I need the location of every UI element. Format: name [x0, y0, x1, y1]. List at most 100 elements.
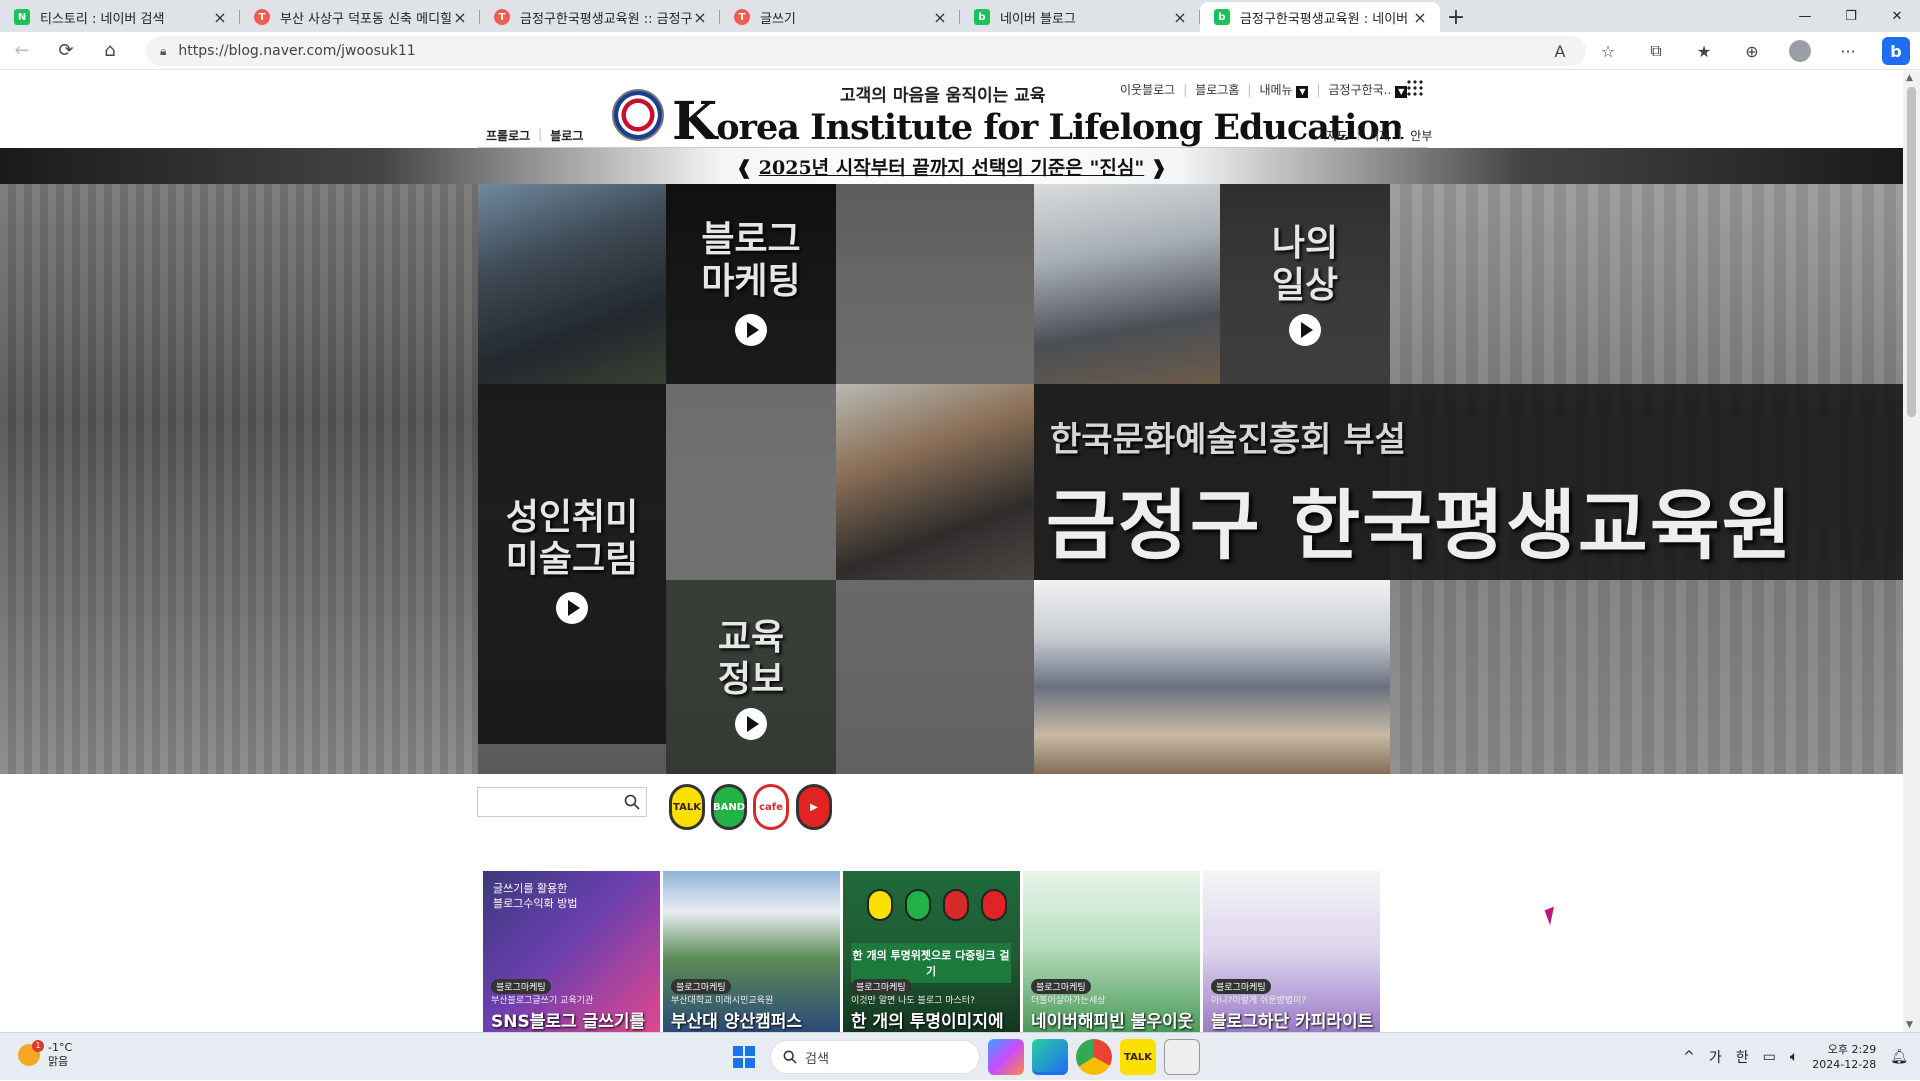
blog-search — [477, 787, 647, 817]
hero-title: 금정구 한국평생교육원 — [1046, 481, 1794, 570]
weather-sun-icon: 1 — [18, 1040, 44, 1066]
arrow-right-icon[interactable] — [556, 592, 588, 624]
blog-header: 고객의 마음을 움직이는 교육 Korea Institute for Life… — [0, 71, 1903, 152]
nav-blog-home[interactable]: 블로그홈 — [1195, 81, 1239, 98]
profile-avatar[interactable] — [1776, 35, 1824, 67]
page-viewport: 고객의 마음을 움직이는 교육 Korea Institute for Life… — [0, 71, 1903, 1032]
post-card[interactable]: 블로그마케팅 부산대학교 미래시민교육원 부산대 양산캠퍼스 — [663, 871, 840, 1032]
nav-account[interactable]: 금정구한국.. ▼ — [1328, 81, 1408, 98]
post-card[interactable]: 한 개의 투명위젯으로 다중링크 걸기 블로그마케팅 이것만 알면 나도 블로그… — [843, 871, 1020, 1032]
shelf-tile — [666, 384, 836, 580]
scrollbar-thumb[interactable] — [1907, 87, 1916, 417]
browser-tab[interactable]: N 티스토리 : 네이버 검색 × — [0, 2, 240, 32]
nav-my-menu[interactable]: 내메뉴 ▼ — [1259, 81, 1309, 98]
address-bar[interactable]: 🔒︎ https://blog.naver.com/jwoosuk11 — [146, 36, 1586, 66]
divider: | — [1183, 82, 1188, 97]
nav-guestbook[interactable]: 안부 — [1410, 127, 1432, 144]
tile-edu-info[interactable]: 교육 정보 — [666, 580, 836, 774]
close-window-icon[interactable]: ✕ — [1874, 0, 1920, 32]
blog-icon: b — [974, 9, 990, 25]
browser-tab[interactable]: b 금정구한국평생교육원 : 네이버 × — [1200, 2, 1440, 32]
url-text[interactable]: https://blog.naver.com/jwoosuk11 — [178, 43, 415, 59]
start-icon[interactable] — [726, 1039, 762, 1075]
reload-icon[interactable]: ⟳ — [44, 35, 88, 67]
minimize-icon[interactable]: — — [1782, 0, 1828, 32]
volume-icon[interactable]: 🔈︎ — [1790, 1049, 1798, 1065]
scroll-up-icon[interactable]: ▲ — [1906, 73, 1913, 83]
new-tab-button[interactable]: + — [1440, 2, 1472, 32]
tab-label: 부산 사상구 덕포동 신축 메디힐 — [280, 11, 452, 27]
nav-neighbor-blog[interactable]: 이웃블로그 — [1120, 81, 1175, 98]
close-tab-icon[interactable]: × — [452, 8, 468, 27]
shelf-tile — [836, 184, 1034, 384]
search-icon[interactable] — [624, 794, 640, 810]
copilot-icon[interactable]: b — [1872, 35, 1920, 67]
arrow-right-icon[interactable] — [735, 708, 767, 740]
search-input[interactable] — [478, 788, 618, 816]
taskbar-search[interactable]: 검색 — [770, 1040, 980, 1074]
tab-label: 글쓰기 — [760, 11, 796, 27]
browser-tab[interactable]: T 부산 사상구 덕포동 신축 메디힐 × — [240, 2, 480, 32]
network-icon[interactable]: ▭ — [1763, 1049, 1776, 1065]
clock[interactable]: 오후 2:29 2024-12-28 — [1812, 1042, 1876, 1072]
post-card[interactable]: 글쓰기를 활용한 블로그수익화 방법 블로그마케팅 부산블로그글쓰기 교육기관 … — [483, 871, 660, 1032]
chrome-icon[interactable] — [1076, 1039, 1112, 1075]
browser-tab[interactable]: T 금정구한국평생교육원 :: 금정구 × — [480, 2, 720, 32]
close-tab-icon[interactable]: × — [212, 8, 228, 27]
arrow-right-icon[interactable] — [735, 314, 767, 346]
favorite-add-icon[interactable]: ☆ — [1584, 35, 1632, 67]
post-card[interactable]: 블로그마케팅 더불어살아가는세상 네이버해피빈 불우이웃 — [1023, 871, 1200, 1032]
restore-icon[interactable]: ❐ — [1828, 0, 1874, 32]
nav-map[interactable]: 지도 — [1326, 127, 1348, 144]
band-icon[interactable]: BAND — [711, 784, 747, 830]
address-toolbar: ← ⟳ ⌂ 🔒︎ https://blog.naver.com/jwoosuk1… — [0, 32, 1920, 70]
read-aloud-icon[interactable]: A — [1536, 35, 1584, 67]
tile-adult-hobby[interactable]: 성인취미 미술그림 — [478, 384, 666, 744]
nav-library[interactable]: 서재 — [1368, 127, 1390, 144]
top-nav: 이웃블로그 | 블로그홈 | 내메뉴 ▼ | 금정구한국.. ▼ — [1120, 81, 1408, 98]
ime-language[interactable]: 한 — [1736, 1047, 1749, 1067]
browser-tab[interactable]: T 글쓰기 × — [720, 2, 960, 32]
close-tab-icon[interactable]: × — [1412, 8, 1428, 27]
sns-icons-thumbnail — [867, 889, 1007, 921]
kakaotalk-icon[interactable]: TALK — [669, 784, 705, 830]
home-icon[interactable]: ⌂ — [88, 35, 132, 67]
youtube-icon[interactable]: ▶ — [796, 784, 832, 830]
left-nav: 프롤로그 | 블로그 — [486, 127, 583, 144]
more-menu-icon[interactable]: ··· — [1824, 35, 1872, 67]
browser-tab[interactable]: b 네이버 블로그 × — [960, 2, 1200, 32]
weather-widget[interactable]: 1 -1°C 맑음 — [18, 1040, 72, 1069]
tile-blog-marketing[interactable]: 블로그 마케팅 — [666, 184, 836, 384]
tab-label: 금정구한국평생교육원 : 네이버 — [1240, 11, 1409, 27]
close-tab-icon[interactable]: × — [932, 8, 948, 27]
extensions-icon[interactable]: ⧉ — [1632, 35, 1680, 67]
close-tab-icon[interactable]: × — [692, 8, 708, 27]
nav-blog[interactable]: 블로그 — [550, 127, 583, 144]
kle-seal-logo — [612, 89, 664, 141]
edge-icon[interactable] — [1032, 1039, 1068, 1075]
tile-my-daily[interactable]: 나의 일상 — [1220, 184, 1390, 384]
bookshelf-background — [0, 184, 478, 774]
blog-logo-text[interactable]: Korea Institute for Lifelong Education — [672, 91, 1404, 152]
toolbar-icons: A ☆ ⧉ ★ ⊕ ··· b — [1536, 32, 1920, 70]
tistory-icon: T — [734, 9, 750, 25]
tistory-icon: T — [494, 9, 510, 25]
snipping-tool-icon[interactable] — [1164, 1039, 1200, 1075]
post-card[interactable]: 블로그마케팅 아니?이렇게 쉬운방법이? 블로그하단 카피라이트 — [1203, 871, 1380, 1032]
scroll-down-icon[interactable]: ▼ — [1906, 1020, 1913, 1030]
notification-bell-icon[interactable]: 🔔︎ — [1890, 1049, 1908, 1065]
page-scrollbar[interactable]: ▲ ▼ — [1903, 71, 1920, 1032]
lock-icon[interactable]: 🔒︎ — [160, 44, 166, 59]
collections-icon[interactable]: ⊕ — [1728, 35, 1776, 67]
nav-prologue[interactable]: 프롤로그 — [486, 127, 530, 144]
back-icon[interactable]: ← — [0, 35, 44, 67]
favorites-icon[interactable]: ★ — [1680, 35, 1728, 67]
close-tab-icon[interactable]: × — [1172, 8, 1188, 27]
arrow-right-icon[interactable] — [1289, 314, 1321, 346]
copilot-app-icon[interactable] — [988, 1039, 1024, 1075]
kakaotalk-app-icon[interactable]: TALK — [1120, 1039, 1156, 1075]
tray-overflow-icon[interactable]: ^ — [1683, 1049, 1695, 1065]
cafe-icon[interactable]: cafe — [753, 784, 789, 830]
ime-mode[interactable]: 가 — [1709, 1047, 1722, 1067]
apps-grid-icon[interactable] — [1406, 79, 1424, 97]
